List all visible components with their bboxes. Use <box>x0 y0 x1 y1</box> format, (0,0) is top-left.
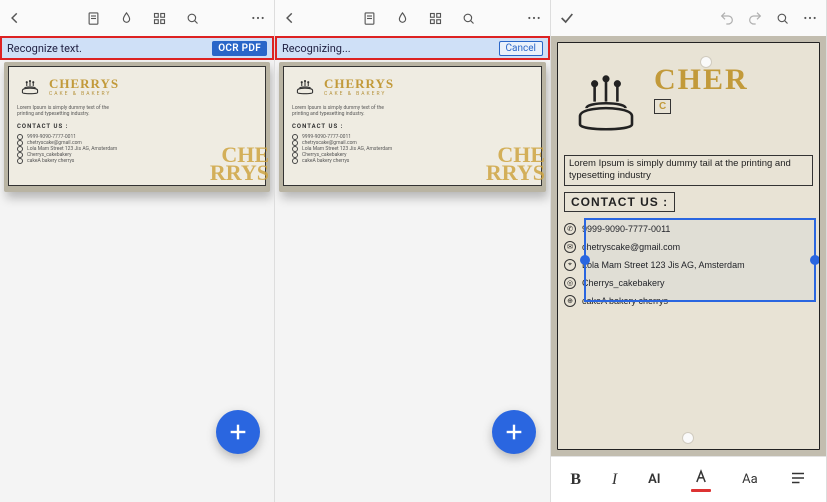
ocr-status-bar: Recognize text. OCR PDF <box>0 36 274 60</box>
business-card: CHERRYS CAKE & BAKERY Lorem Ipsum is sim… <box>283 66 542 186</box>
contact-heading: CONTACT US : <box>17 123 257 130</box>
document-canvas[interactable]: CHERRYS CAKE & BAKERY Lorem Ipsum is sim… <box>0 60 274 502</box>
brand-name: CHER <box>654 65 749 95</box>
ink-icon[interactable] <box>119 11 134 26</box>
align-button[interactable] <box>789 469 807 491</box>
contact-heading[interactable]: CONTACT US : <box>564 192 675 212</box>
web-icon: ⊕ <box>564 295 576 307</box>
phone-icon: ✆ <box>564 223 576 235</box>
ocr-text-block[interactable]: Lorem Ipsum is simply dummy tail at the … <box>564 155 813 186</box>
card-lorem: Lorem Ipsum is simply dummy text of the … <box>292 105 402 117</box>
cake-logo-icon <box>17 73 43 99</box>
search-icon[interactable] <box>185 11 200 26</box>
cake-logo-icon <box>292 73 318 99</box>
contact-list: ✆9999-9090-7777-0011 ✉chetryscake@gmail.… <box>564 220 813 310</box>
crop-handle[interactable] <box>701 57 711 67</box>
brand-name: CHERRYS <box>324 76 394 92</box>
panel-before-ocr: Recognize text. OCR PDF CHERRYS CAKE & B… <box>0 0 275 502</box>
grid-icon[interactable] <box>428 11 443 26</box>
ai-button[interactable]: AI <box>648 472 660 487</box>
business-card-zoom: CHER C Lorem Ipsum is simply dummy tail … <box>557 42 820 450</box>
topbar <box>275 0 550 36</box>
cake-logo-icon <box>566 61 646 139</box>
add-fab[interactable] <box>492 410 536 454</box>
crop-handle[interactable] <box>683 433 693 443</box>
business-card: CHERRYS CAKE & BAKERY Lorem Ipsum is sim… <box>8 66 266 186</box>
panel-recognizing: Recognizing... Cancel CHERRYS CAKE & BAK… <box>275 0 551 502</box>
brand-watermark: CHE RRYS <box>486 146 545 183</box>
document-canvas[interactable]: CHERRYS CAKE & BAKERY Lorem Ipsum is sim… <box>275 60 550 502</box>
cancel-button[interactable]: Cancel <box>499 41 543 56</box>
grid-icon[interactable] <box>152 11 167 26</box>
brand-watermark: CHE RRYS <box>210 146 269 183</box>
card-lorem: Lorem Ipsum is simply dummy text of the … <box>17 105 127 117</box>
more-icon[interactable] <box>250 10 266 26</box>
font-color-button[interactable] <box>691 467 711 492</box>
ocr-pdf-button[interactable]: OCR PDF <box>212 41 267 56</box>
location-icon: ⌖ <box>564 259 576 271</box>
page-icon[interactable] <box>86 11 101 26</box>
search-icon[interactable] <box>461 11 476 26</box>
italic-button[interactable]: I <box>612 471 617 489</box>
social-icon: ◎ <box>564 277 576 289</box>
topbar <box>551 0 826 36</box>
search-icon[interactable] <box>775 11 790 26</box>
text-format-toolbar: B I AI Aa <box>551 456 826 502</box>
confirm-icon[interactable] <box>559 10 575 26</box>
bold-button[interactable]: B <box>570 471 581 489</box>
font-size-button[interactable]: Aa <box>742 472 758 487</box>
back-icon[interactable] <box>8 11 22 25</box>
ocr-status-bar: Recognizing... Cancel <box>275 36 550 60</box>
brand-sub-box: C <box>654 99 671 114</box>
more-icon[interactable] <box>802 10 818 26</box>
ink-icon[interactable] <box>395 11 410 26</box>
more-icon[interactable] <box>526 10 542 26</box>
add-fab[interactable] <box>216 410 260 454</box>
ocr-status-text: Recognizing... <box>282 42 351 55</box>
ocr-status-text: Recognize text. <box>7 42 82 55</box>
contact-heading: CONTACT US : <box>292 123 533 130</box>
undo-icon[interactable] <box>719 10 735 26</box>
redo-icon[interactable] <box>747 10 763 26</box>
brand-name: CHERRYS <box>49 76 119 92</box>
mail-icon: ✉ <box>564 241 576 253</box>
brand-tagline: CAKE & BAKERY <box>49 91 119 97</box>
brand-tagline: CAKE & BAKERY <box>324 91 394 97</box>
text-selection[interactable] <box>584 218 816 302</box>
topbar <box>0 0 274 36</box>
editor-canvas[interactable]: CHER C Lorem Ipsum is simply dummy tail … <box>551 36 826 456</box>
panel-editor: CHER C Lorem Ipsum is simply dummy tail … <box>551 0 827 502</box>
back-icon[interactable] <box>283 11 297 25</box>
page-icon[interactable] <box>362 11 377 26</box>
